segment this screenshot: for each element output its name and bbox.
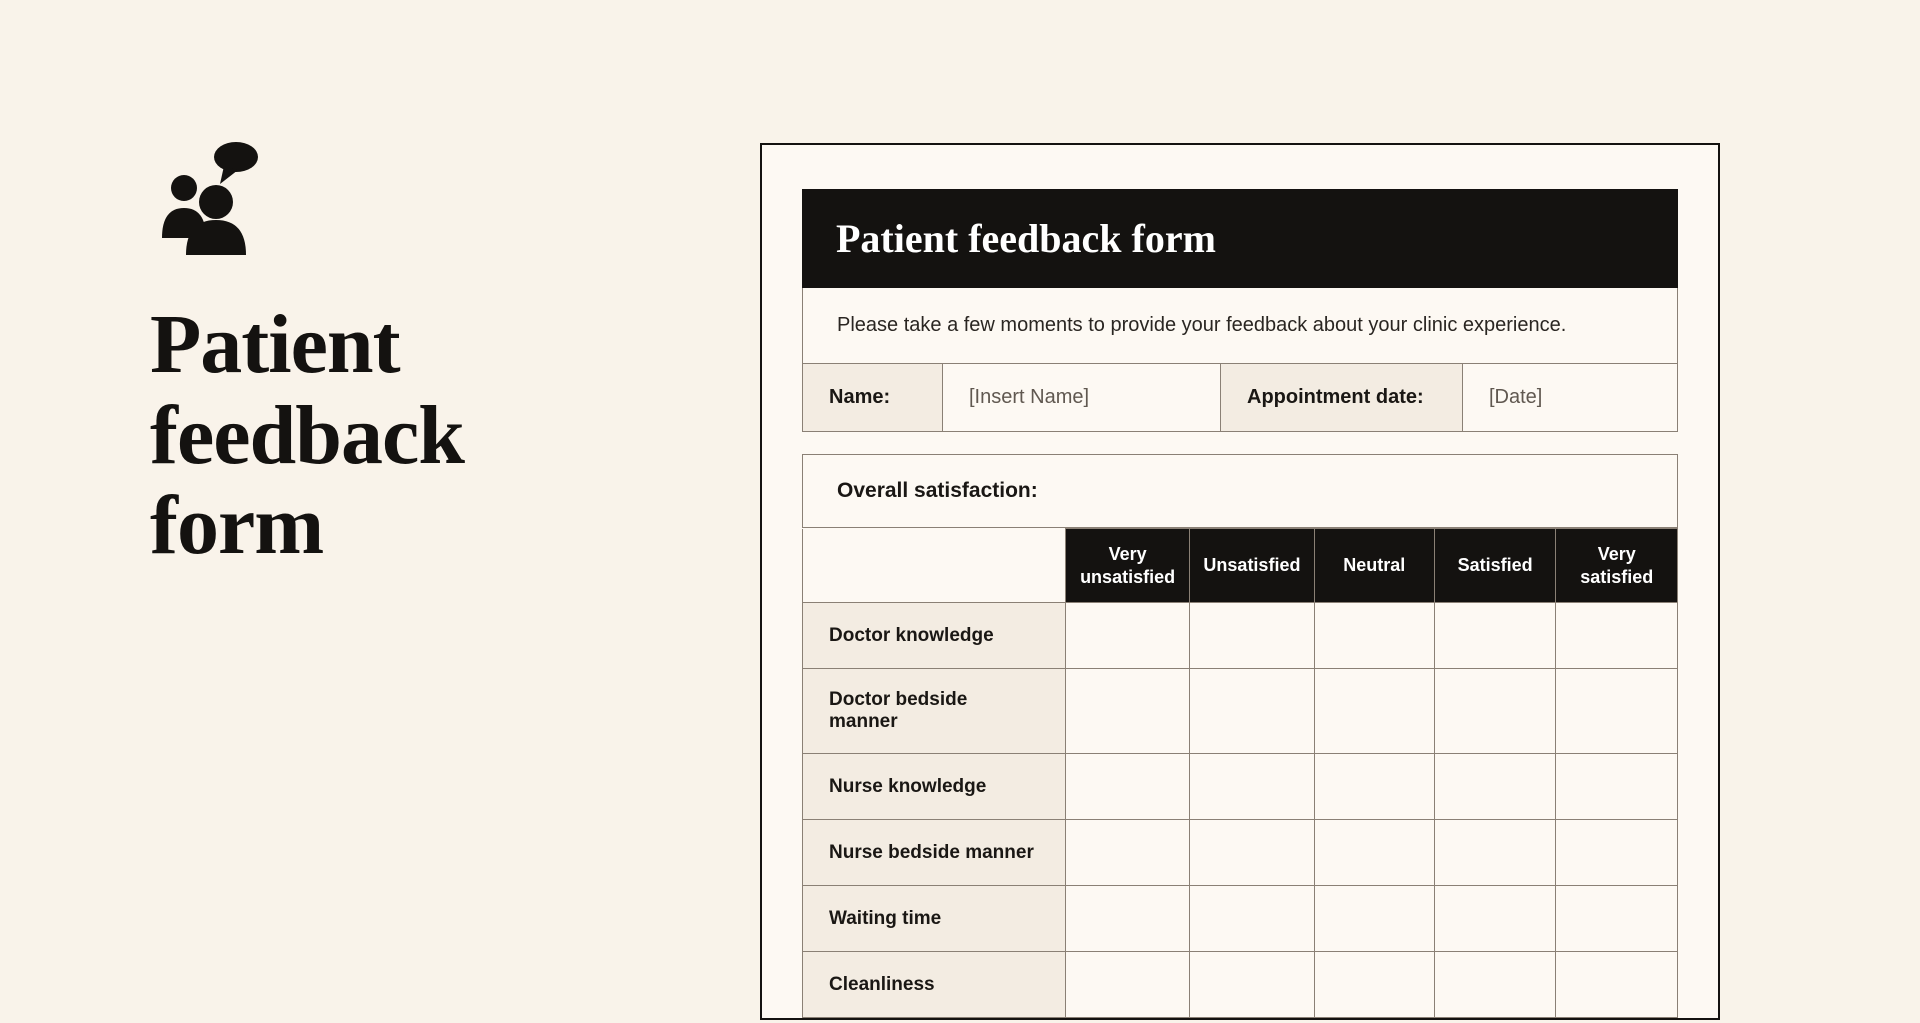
page-title: Patient feedback form	[150, 300, 610, 572]
rating-header: Very unsatisfied	[1065, 529, 1189, 603]
rating-cell[interactable]	[1065, 669, 1189, 754]
table-row: Cleanliness	[803, 952, 1678, 1018]
table-row: Doctor knowledge	[803, 603, 1678, 669]
rating-cell[interactable]	[1314, 669, 1434, 754]
rating-cell[interactable]	[1314, 820, 1434, 886]
form-header: Patient feedback form	[802, 189, 1678, 288]
appointment-date-input[interactable]: [Date]	[1463, 364, 1677, 431]
table-row: Waiting time	[803, 886, 1678, 952]
rating-cell[interactable]	[1190, 820, 1314, 886]
rating-cell[interactable]	[1065, 603, 1189, 669]
appointment-date-label: Appointment date:	[1221, 364, 1463, 431]
rating-cell[interactable]	[1556, 820, 1678, 886]
rating-cell[interactable]	[1314, 952, 1434, 1018]
rating-cell[interactable]	[1434, 603, 1556, 669]
rating-row-label: Doctor bedside manner	[803, 669, 1066, 754]
rating-row-label: Nurse bedside manner	[803, 820, 1066, 886]
rating-cell[interactable]	[1065, 754, 1189, 820]
rating-cell[interactable]	[1434, 886, 1556, 952]
rating-header: Satisfied	[1434, 529, 1556, 603]
rating-row-label: Cleanliness	[803, 952, 1066, 1018]
rating-header: Very satisfied	[1556, 529, 1678, 603]
rating-cell[interactable]	[1190, 754, 1314, 820]
rating-cell[interactable]	[1065, 820, 1189, 886]
rating-header: Unsatisfied	[1190, 529, 1314, 603]
table-row: Nurse knowledge	[803, 754, 1678, 820]
people-feedback-icon	[150, 140, 610, 260]
rating-cell[interactable]	[1556, 754, 1678, 820]
form-card: Patient feedback form Please take a few …	[760, 143, 1720, 1020]
rating-row-label: Waiting time	[803, 886, 1066, 952]
rating-cell[interactable]	[1556, 952, 1678, 1018]
patient-info-row: Name: [Insert Name] Appointment date: [D…	[802, 364, 1678, 432]
rating-cell[interactable]	[1314, 886, 1434, 952]
rating-cell[interactable]	[1314, 754, 1434, 820]
form-intro: Please take a few moments to provide you…	[802, 288, 1678, 364]
table-row: Doctor bedside manner	[803, 669, 1678, 754]
rating-cell[interactable]	[1434, 952, 1556, 1018]
rating-cell[interactable]	[1434, 820, 1556, 886]
name-label: Name:	[803, 364, 943, 431]
rating-row-label: Nurse knowledge	[803, 754, 1066, 820]
rating-cell[interactable]	[1434, 754, 1556, 820]
name-input[interactable]: [Insert Name]	[943, 364, 1221, 431]
rating-cell[interactable]	[1556, 886, 1678, 952]
rating-cell[interactable]	[1556, 669, 1678, 754]
rating-cell[interactable]	[1065, 952, 1189, 1018]
left-panel: Patient feedback form	[150, 140, 610, 572]
rating-cell[interactable]	[1190, 952, 1314, 1018]
rating-header-empty	[803, 529, 1066, 603]
rating-header: Neutral	[1314, 529, 1434, 603]
rating-cell[interactable]	[1065, 886, 1189, 952]
rating-cell[interactable]	[1314, 603, 1434, 669]
rating-row-label: Doctor knowledge	[803, 603, 1066, 669]
table-row: Nurse bedside manner	[803, 820, 1678, 886]
rating-cell[interactable]	[1190, 603, 1314, 669]
satisfaction-table: Very unsatisfied Unsatisfied Neutral Sat…	[802, 528, 1678, 1018]
rating-cell[interactable]	[1556, 603, 1678, 669]
section-title-overall: Overall satisfaction:	[802, 454, 1678, 528]
rating-cell[interactable]	[1434, 669, 1556, 754]
rating-cell[interactable]	[1190, 669, 1314, 754]
rating-cell[interactable]	[1190, 886, 1314, 952]
